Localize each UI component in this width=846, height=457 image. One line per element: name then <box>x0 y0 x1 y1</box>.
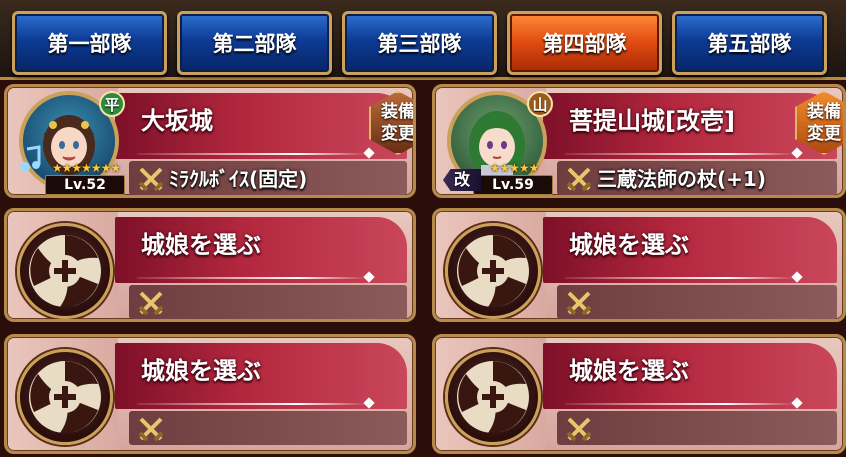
castle-girl-portrait[interactable]: 山 ★★★★★ Lv.59 改 <box>443 91 553 195</box>
formation-slot-1[interactable]: 平 ★★★★★★★ Lv.52 大坂城 ﾐﾗｸﾙﾎﾞｲｽ(固定) 装備 変更 <box>4 84 416 198</box>
tab-unit-1[interactable]: 第一部隊 <box>12 11 167 75</box>
divider <box>565 153 795 155</box>
select-castle-girl-label: 城娘を選ぶ <box>141 357 261 385</box>
crossed-swords-icon <box>138 417 164 442</box>
tomoe-plus-icon <box>457 361 529 434</box>
add-castle-girl-button[interactable] <box>445 349 541 445</box>
equip-label-line2: 変更 <box>807 124 841 144</box>
castle-girl-portrait[interactable]: 平 ★★★★★★★ Lv.52 <box>15 91 125 195</box>
tab-unit-3[interactable]: 第三部隊 <box>342 11 497 75</box>
level-label: Lv.59 <box>473 175 553 195</box>
formation-slot-3[interactable]: 城娘を選ぶ <box>4 208 416 322</box>
add-castle-girl-button[interactable] <box>17 223 113 319</box>
tomoe-plus-icon <box>457 235 529 308</box>
tab-unit-5[interactable]: 第五部隊 <box>672 11 827 75</box>
formation-slot-6[interactable]: 城娘を選ぶ <box>432 334 846 454</box>
crossed-swords-icon <box>566 291 592 316</box>
formation-slot-2[interactable]: 山 ★★★★★ Lv.59 改 菩提山城[改壱] 三蔵法師の杖(+1) 装備 変… <box>432 84 846 198</box>
equipped-item-name: ﾐﾗｸﾙﾎﾞｲｽ(固定) <box>169 167 308 191</box>
add-castle-girl-button[interactable] <box>17 349 113 445</box>
item-bar <box>557 285 837 319</box>
tomoe-plus-icon <box>29 235 101 308</box>
castle-girl-name: 大坂城 <box>141 107 213 135</box>
level-label: Lv.52 <box>45 175 125 195</box>
castle-girl-name: 菩提山城[改壱] <box>569 107 735 135</box>
divider <box>137 403 367 405</box>
equip-label-line2: 変更 <box>381 124 415 144</box>
equip-label-line1: 装備 <box>381 102 415 122</box>
crossed-swords-icon <box>138 167 164 192</box>
formation-slot-4[interactable]: 城娘を選ぶ <box>432 208 846 322</box>
divider <box>565 403 795 405</box>
select-castle-girl-label: 城娘を選ぶ <box>141 231 261 259</box>
equip-label-line1: 装備 <box>807 102 841 122</box>
divider <box>137 153 367 155</box>
rarity-stars: ★★★★★★★ <box>51 161 121 175</box>
add-castle-girl-button[interactable] <box>445 223 541 319</box>
item-bar <box>129 411 407 445</box>
equipped-item-name: 三蔵法師の杖(+1) <box>597 167 766 191</box>
formation-slot-5[interactable]: 城娘を選ぶ <box>4 334 416 454</box>
unit-tab-bar: 第一部隊 第二部隊 第三部隊 第四部隊 第五部隊 <box>0 0 846 80</box>
select-castle-girl-label: 城娘を選ぶ <box>569 231 689 259</box>
tomoe-plus-icon <box>29 361 101 434</box>
divider <box>137 277 367 279</box>
music-note-icon <box>20 145 41 172</box>
crossed-swords-icon <box>566 417 592 442</box>
remodel-badge: 改 <box>443 169 481 191</box>
select-castle-girl-label: 城娘を選ぶ <box>569 357 689 385</box>
terrain-badge-plain: 平 <box>99 91 125 117</box>
terrain-badge-mountain: 山 <box>527 91 553 117</box>
item-bar <box>557 411 837 445</box>
crossed-swords-icon <box>138 291 164 316</box>
divider <box>565 277 795 279</box>
crossed-swords-icon <box>566 167 592 192</box>
tab-unit-4[interactable]: 第四部隊 <box>507 11 662 75</box>
tab-unit-2[interactable]: 第二部隊 <box>177 11 332 75</box>
rarity-stars: ★★★★★ <box>489 161 540 175</box>
item-bar <box>129 285 407 319</box>
